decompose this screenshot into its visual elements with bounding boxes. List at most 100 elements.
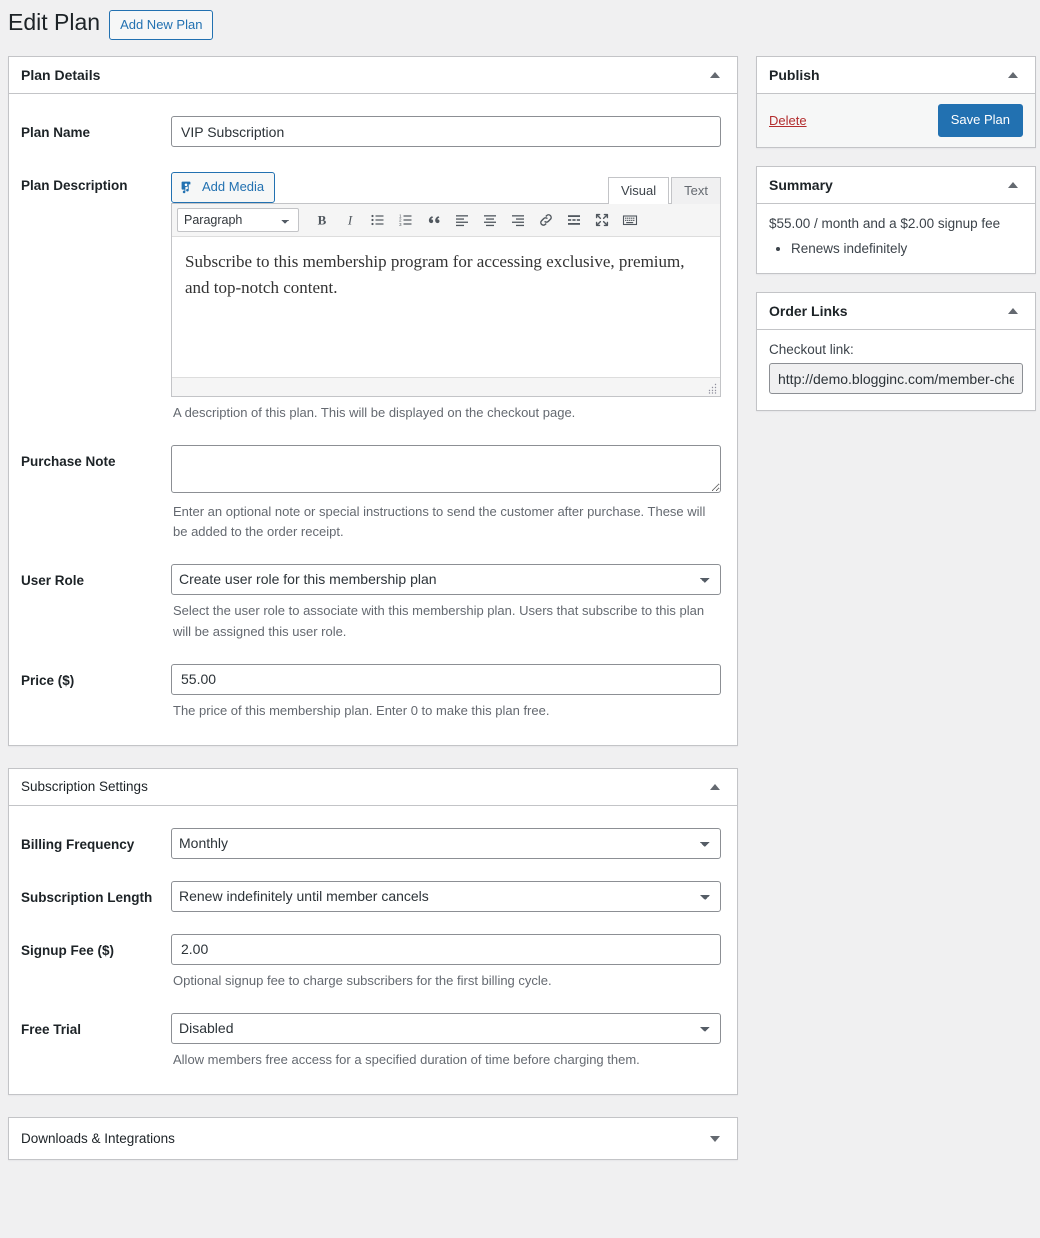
plan-details-header[interactable]: Plan Details [9,57,737,94]
insert-read-more-icon[interactable] [561,208,587,232]
chevron-up-icon[interactable] [705,777,725,797]
svg-text:3: 3 [399,222,402,227]
user-role-label: User Role [21,573,85,589]
price-help: The price of this membership plan. Enter… [173,702,550,718]
svg-text:B: B [318,213,327,228]
subscription-length-select[interactable]: Renew indefinitely until member cancels [171,880,721,912]
field-row-purchase-note: Purchase Note Enter an optional note or … [21,433,725,552]
wp-editor: Add Media Visual Text Paragraph B I 1 2 … [171,169,721,423]
delete-link[interactable]: Delete [769,113,807,128]
summary-list: Renews indefinitely [769,239,1023,259]
field-row-user-role: User Role Create user role for this memb… [21,552,725,651]
chevron-up-icon[interactable] [1003,175,1023,195]
editor-top-bar: Add Media Visual Text [171,169,721,204]
blockquote-icon[interactable] [421,208,447,232]
fullscreen-icon[interactable] [589,208,615,232]
toolbar-toggle-icon[interactable] [617,208,643,232]
price-input[interactable] [171,663,721,695]
checkout-link-input[interactable] [769,363,1023,395]
editor-toolbar: Paragraph B I 1 2 3 [172,204,720,237]
summary-panel: Summary $55.00 / month and a $2.00 signu… [756,165,1036,275]
plan-description-label: Plan Description [21,178,128,193]
editor-content-area[interactable]: Subscribe to this membership program for… [172,237,720,377]
price-label: Price ($) [21,672,75,688]
plan-details-panel: Plan Details Plan Name Plan Description [8,56,738,746]
save-plan-button[interactable]: Save Plan [937,104,1023,137]
subscription-settings-header[interactable]: Subscription Settings [9,769,737,806]
plan-details-body: Plan Name Plan Description [9,94,737,745]
subscription-settings-title: Subscription Settings [21,779,148,795]
signup-fee-help: Optional signup fee to charge subscriber… [173,972,552,988]
page-header: Edit Plan Add New Plan [0,0,1040,40]
chevron-down-icon[interactable] [705,1129,725,1149]
admin-columns: Plan Details Plan Name Plan Description [0,40,1040,1182]
tab-text[interactable]: Text [671,177,721,204]
svg-text:I: I [347,213,353,228]
order-links-body: Checkout link: [757,330,1035,410]
main-column: Plan Details Plan Name Plan Description [8,56,738,1182]
bold-icon[interactable]: B [309,208,335,232]
signup-fee-label: Signup Fee ($) [21,942,115,958]
align-left-icon[interactable] [449,208,475,232]
order-links-header[interactable]: Order Links [757,293,1035,331]
signup-fee-input[interactable] [171,933,721,965]
downloads-integrations-title: Downloads & Integrations [21,1131,175,1147]
editor-status-bar [172,377,720,396]
publish-header[interactable]: Publish [757,57,1035,94]
editor-box: Paragraph B I 1 2 3 Subscribe to this me… [171,203,721,397]
italic-icon[interactable]: I [337,208,363,232]
chevron-up-icon[interactable] [1003,301,1023,321]
free-trial-select[interactable]: Disabled [171,1012,721,1044]
summary-body: $55.00 / month and a $2.00 signup fee Re… [757,204,1035,273]
media-icon [180,180,196,196]
plan-details-title: Plan Details [21,67,101,83]
subscription-settings-body: Billing Frequency Monthly Subscription L… [9,806,737,1094]
field-row-signup-fee: Signup Fee ($) Optional signup fee to ch… [21,922,725,1001]
field-row-plan-name: Plan Name [21,104,725,157]
editor-mode-tabs: Visual Text [606,176,721,204]
plan-description-help: A description of this plan. This will be… [173,405,576,420]
plan-name-input[interactable] [171,116,721,147]
publish-title: Publish [769,67,820,83]
sidebar-column: Publish Delete Save Plan Summary $55.00 … [756,56,1036,429]
field-row-subscription-length: Subscription Length Renew indefinitely u… [21,869,725,922]
align-center-icon[interactable] [477,208,503,232]
page-title: Edit Plan [8,9,101,36]
subscription-length-label: Subscription Length [21,889,153,905]
numbered-list-icon[interactable]: 1 2 3 [393,208,419,232]
subscription-settings-panel: Subscription Settings Billing Frequency … [8,767,738,1096]
purchase-note-label: Purchase Note [21,454,116,470]
editor-paragraph: Subscribe to this membership program for… [185,252,685,298]
field-row-free-trial: Free Trial Disabled Allow members free a… [21,1001,725,1080]
publish-panel: Publish Delete Save Plan [756,56,1036,148]
free-trial-label: Free Trial [21,1021,82,1037]
summary-price-line: $55.00 / month and a $2.00 signup fee [769,215,1001,231]
link-icon[interactable] [533,208,559,232]
order-links-panel: Order Links Checkout link: [756,292,1036,412]
chevron-up-icon[interactable] [1003,65,1023,85]
order-links-title: Order Links [769,303,848,320]
summary-header[interactable]: Summary [757,167,1035,204]
add-media-button[interactable]: Add Media [171,172,276,203]
add-new-plan-button[interactable]: Add New Plan [109,10,214,40]
tab-visual[interactable]: Visual [607,177,670,204]
field-row-plan-description: Plan Description Add Media Visual Text P… [21,157,725,433]
user-role-select[interactable]: Create user role for this membership pla… [171,564,721,596]
downloads-integrations-header[interactable]: Downloads & Integrations [9,1118,737,1159]
purchase-note-textarea[interactable] [171,445,721,494]
checkout-link-label: Checkout link: [769,342,854,358]
billing-frequency-select[interactable]: Monthly [171,827,721,859]
plan-name-label: Plan Name [21,125,91,140]
publish-body: Delete Save Plan [757,94,1035,147]
billing-frequency-label: Billing Frequency [21,836,135,852]
chevron-up-icon[interactable] [705,65,725,85]
format-select[interactable]: Paragraph [177,208,299,232]
downloads-integrations-panel: Downloads & Integrations [8,1117,738,1161]
user-role-help: Select the user role to associate with t… [173,603,705,639]
add-media-label: Add Media [202,179,265,195]
free-trial-help: Allow members free access for a specifie… [173,1051,640,1067]
bulleted-list-icon[interactable] [365,208,391,232]
align-right-icon[interactable] [505,208,531,232]
editor-resize-handle[interactable] [706,382,718,394]
list-item: Renews indefinitely [791,239,1023,259]
